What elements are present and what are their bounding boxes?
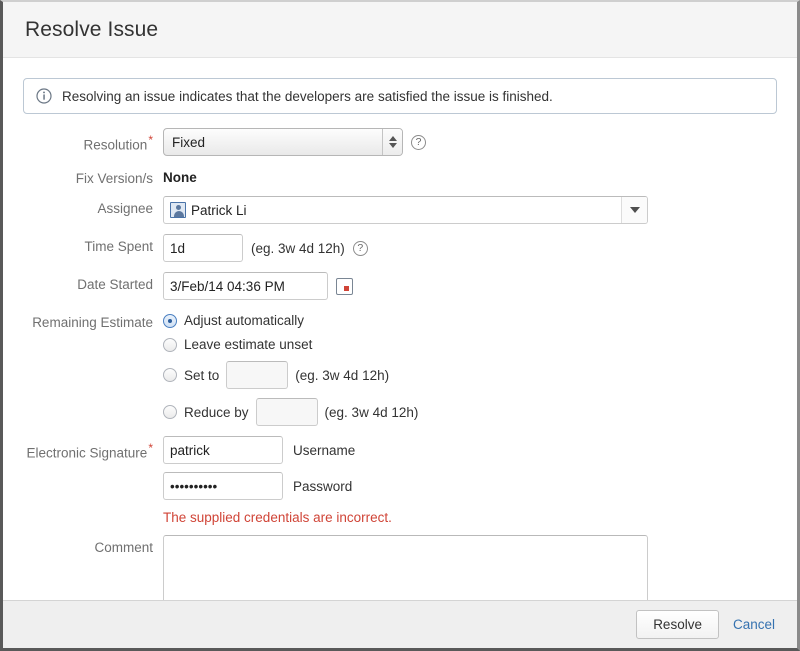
resolution-selected-value: Fixed (172, 134, 206, 150)
electronic-signature-label-text: Electronic Signature (26, 445, 148, 461)
dialog-title: Resolve Issue (25, 17, 159, 41)
cancel-link[interactable]: Cancel (733, 617, 775, 632)
radio-button[interactable] (163, 337, 177, 352)
password-tag: Password (293, 478, 353, 494)
chevron-down-icon[interactable] (621, 197, 647, 223)
comment-textarea[interactable] (163, 535, 648, 600)
resolution-label-text: Resolution (83, 137, 148, 153)
info-banner-text: Resolving an issue indicates that the de… (62, 88, 553, 104)
remaining-estimate-radio-group: Adjust automatically Leave estimate unse… (163, 310, 777, 426)
info-icon (36, 88, 52, 104)
help-icon[interactable]: ? (352, 240, 368, 256)
help-icon[interactable]: ? (411, 134, 426, 150)
resolve-button[interactable]: Resolve (636, 610, 719, 639)
electronic-signature-label: Electronic Signature* (23, 436, 163, 461)
user-avatar-icon (170, 202, 186, 218)
required-asterisk: * (148, 133, 153, 147)
assignee-label: Assignee (97, 201, 153, 216)
time-spent-hint: (eg. 3w 4d 12h) (251, 240, 345, 256)
username-tag: Username (293, 442, 356, 458)
required-asterisk: * (148, 441, 153, 455)
radio-label: Leave estimate unset (184, 337, 313, 352)
signature-password-input[interactable] (163, 472, 283, 500)
radio-label: Set to (184, 367, 220, 383)
assignee-value: Patrick Li (191, 202, 247, 218)
dialog-footer: Resolve Cancel (3, 600, 797, 648)
reduce-by-hint: (eg. 3w 4d 12h) (324, 404, 419, 420)
fix-versions-label: Fix Version/s (75, 171, 153, 186)
date-started-input[interactable] (163, 272, 328, 300)
dialog-body: Resolving an issue indicates that the de… (3, 58, 797, 600)
radio-option-adjust-automatically[interactable]: Adjust automatically (163, 313, 777, 328)
resolution-label: Resolution* (23, 128, 163, 153)
resolution-select[interactable]: Fixed (163, 128, 403, 156)
remaining-estimate-label: Remaining Estimate (32, 315, 153, 330)
fix-versions-value: None (163, 170, 197, 185)
signature-password-row: Password (163, 472, 352, 500)
field-row-comment: Comment (23, 535, 777, 600)
set-to-hint: (eg. 3w 4d 12h) (295, 367, 390, 383)
resolve-issue-form: Resolution* Fixed ? Fix Version/s None A… (23, 128, 777, 600)
field-row-resolution: Resolution* Fixed ? (23, 128, 777, 156)
field-row-date-started: Date Started (23, 272, 777, 300)
radio-label: Reduce by (184, 404, 249, 420)
info-banner: Resolving an issue indicates that the de… (23, 78, 777, 114)
calendar-icon[interactable] (336, 277, 353, 295)
field-row-fix-versions: Fix Version/s None (23, 166, 777, 186)
credentials-error-message: The supplied credentials are incorrect. (163, 510, 392, 525)
radio-button[interactable] (163, 313, 177, 328)
field-row-remaining-estimate: Remaining Estimate Adjust automatically … (23, 310, 777, 426)
time-spent-label: Time Spent (84, 239, 153, 254)
radio-label: Adjust automatically (184, 313, 305, 328)
signature-username-row: Username (163, 436, 355, 464)
field-row-electronic-signature: Electronic Signature* Username Password … (23, 436, 777, 525)
radio-button[interactable] (163, 405, 177, 419)
set-to-input[interactable] (226, 361, 289, 389)
field-row-time-spent: Time Spent (eg. 3w 4d 12h) ? (23, 234, 777, 262)
comment-label: Comment (94, 540, 153, 555)
signature-username-input[interactable] (163, 436, 283, 464)
radio-option-reduce-by[interactable]: Reduce by (eg. 3w 4d 12h) (163, 398, 777, 426)
radio-button[interactable] (163, 368, 177, 382)
field-row-assignee: Assignee Patrick Li (23, 196, 777, 224)
radio-option-leave-unset[interactable]: Leave estimate unset (163, 337, 777, 352)
dialog-header: Resolve Issue (3, 2, 797, 58)
stepper-arrows-icon[interactable] (382, 129, 402, 155)
resolve-issue-dialog: Resolve Issue Resolving an issue indicat… (0, 0, 800, 651)
date-started-label: Date Started (77, 277, 153, 292)
reduce-by-input[interactable] (255, 398, 318, 426)
radio-option-set-to[interactable]: Set to (eg. 3w 4d 12h) (163, 361, 777, 389)
assignee-combobox[interactable]: Patrick Li (163, 196, 648, 224)
time-spent-input[interactable] (163, 234, 243, 262)
